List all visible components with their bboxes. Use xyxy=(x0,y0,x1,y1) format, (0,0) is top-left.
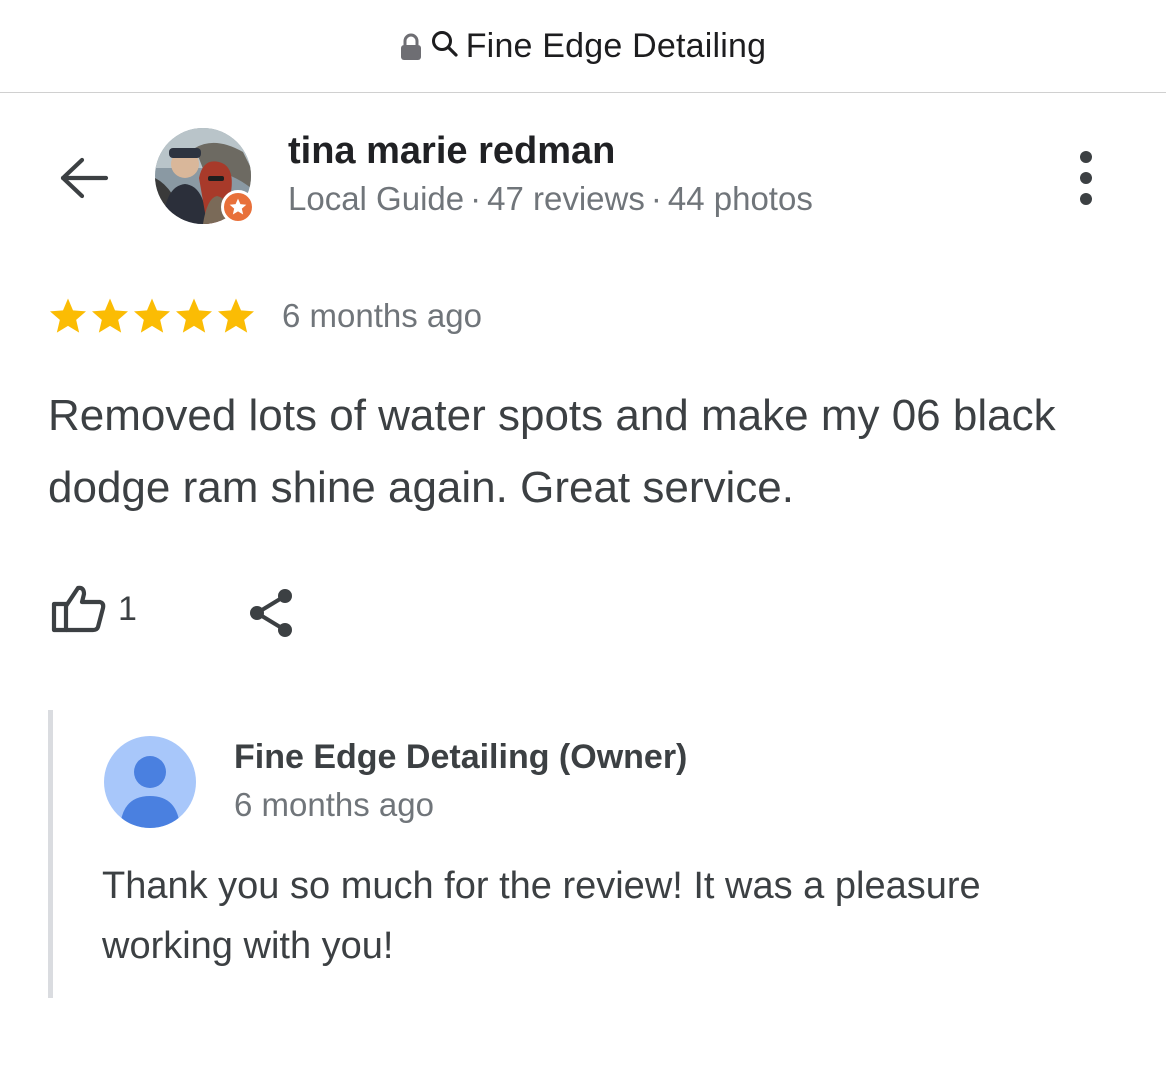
address-bar[interactable]: Fine Edge Detailing xyxy=(0,0,1166,93)
owner-reply-text: Thank you so much for the review! It was… xyxy=(102,865,981,967)
rating-row: 6 months ago xyxy=(48,296,482,336)
owner-name: Fine Edge Detailing (Owner) xyxy=(234,738,688,776)
share-button[interactable] xyxy=(244,586,298,640)
owner-avatar xyxy=(104,736,196,828)
reviewer-meta: Local Guide · 47 reviews · 44 photos xyxy=(288,180,813,218)
address-bar-title: Fine Edge Detailing xyxy=(465,26,767,65)
local-guide-star-icon xyxy=(221,190,255,224)
star-icon xyxy=(92,298,128,333)
lock-icon xyxy=(400,31,424,61)
review-date: 6 months ago xyxy=(282,297,482,334)
back-arrow-icon xyxy=(60,157,109,199)
meta-separator: · xyxy=(650,180,662,217)
like-button[interactable]: 1 xyxy=(50,584,137,634)
reviewer-avatar[interactable] xyxy=(155,128,255,224)
star-icon xyxy=(176,298,212,333)
reviewer-name[interactable]: tina marie redman xyxy=(288,130,615,173)
meta-separator: · xyxy=(470,180,482,217)
reviews-count: 47 reviews xyxy=(487,180,645,217)
owner-reply-date: 6 months ago xyxy=(234,786,434,823)
photos-count: 44 photos xyxy=(667,180,813,217)
person-icon xyxy=(120,756,180,828)
more-vert-icon xyxy=(1080,151,1092,205)
like-count: 1 xyxy=(118,589,137,628)
star-rating xyxy=(48,296,256,336)
thumbs-up-icon xyxy=(51,585,106,633)
local-guide-label: Local Guide xyxy=(288,180,465,217)
share-icon xyxy=(250,589,292,637)
more-options-button[interactable] xyxy=(1062,148,1110,208)
reply-divider xyxy=(48,710,53,998)
star-icon xyxy=(134,298,170,333)
star-icon xyxy=(50,298,86,333)
review-text: Removed lots of water spots and make my … xyxy=(48,391,1056,512)
star-icon xyxy=(218,298,254,333)
search-icon xyxy=(430,29,460,64)
back-button[interactable] xyxy=(56,150,112,206)
